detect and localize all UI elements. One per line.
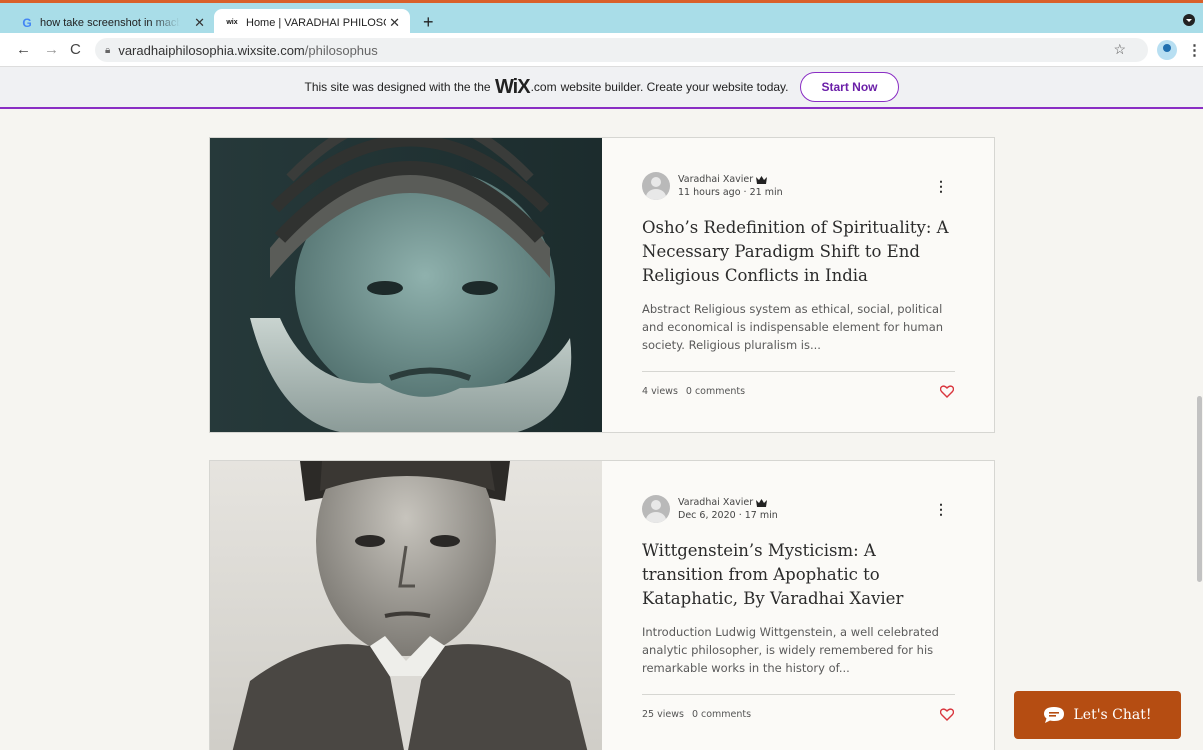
chat-label: Let's Chat! — [1073, 707, 1152, 723]
views-count: 25 views — [642, 709, 684, 720]
reload-icon[interactable]: C — [70, 41, 81, 58]
tab-close-icon[interactable]: ✕ — [194, 15, 205, 31]
lock-icon: 🔒︎ — [105, 44, 111, 56]
post-divider — [642, 371, 955, 372]
browser-toolbar: ← → C 🔒︎ varadhaiphilosophia.wixsite.com… — [0, 33, 1203, 67]
address-bar[interactable]: 🔒︎ varadhaiphilosophia.wixsite.com/philo… — [95, 38, 1148, 62]
tab-google-search[interactable]: G how take screenshot in macbook ✕ — [10, 9, 215, 36]
post-date: 11 hours ago — [678, 187, 741, 198]
post-content: Varadhai Xavier 11 hours ago · 21 min ⋮ … — [642, 172, 955, 354]
crown-icon — [756, 498, 768, 507]
tab-search-icon[interactable] — [1183, 14, 1195, 26]
lets-chat-button[interactable]: Let's Chat! — [1014, 691, 1181, 739]
post-excerpt[interactable]: Abstract Religious system as ethical, so… — [642, 300, 955, 354]
forward-arrow-icon[interactable]: → — [44, 41, 59, 58]
post-more-options-icon[interactable]: ⋮ — [934, 501, 948, 518]
post-author-row: Varadhai Xavier 11 hours ago · 21 min — [642, 172, 955, 200]
heart-icon[interactable] — [940, 385, 954, 398]
star-icon[interactable]: ☆ — [1113, 41, 1126, 58]
author-name[interactable]: Varadhai Xavier — [678, 496, 753, 509]
meta-separator: · — [743, 187, 747, 198]
url-path: /philosophus — [304, 42, 378, 58]
post-stats: 4 views 0 comments — [642, 386, 753, 397]
avatar[interactable] — [642, 495, 670, 523]
post-cover-image[interactable] — [210, 138, 602, 432]
new-tab-button[interactable]: + — [423, 12, 434, 33]
post-author-row: Varadhai Xavier Dec 6, 2020 · 17 min — [642, 495, 955, 523]
url-domain: varadhaiphilosophia.wixsite.com — [118, 42, 305, 58]
banner-text-after: website builder. Create your website tod… — [560, 80, 789, 94]
post-title[interactable]: Osho’s Redefinition of Spirituality: A N… — [642, 216, 955, 288]
wix-logo: WiX — [494, 75, 531, 98]
author-name[interactable]: Varadhai Xavier — [678, 173, 753, 186]
kebab-menu-icon[interactable]: ⋮ — [1187, 41, 1202, 59]
blog-post-card[interactable]: Varadhai Xavier 11 hours ago · 21 min ⋮ … — [209, 137, 995, 433]
post-stats: 25 views 0 comments — [642, 709, 759, 720]
wix-promo-banner: This site was designed with the the WiX.… — [0, 67, 1203, 109]
post-cover-image[interactable] — [210, 461, 602, 750]
chat-bubble-icon — [1044, 707, 1065, 723]
post-divider — [642, 694, 955, 695]
post-title[interactable]: Wittgenstein’s Mysticism: A transition f… — [642, 539, 955, 611]
post-more-options-icon[interactable]: ⋮ — [934, 178, 948, 195]
banner-text-before: This site was designed with the — [304, 80, 471, 94]
tab-varadhai-home[interactable]: wix Home | VARADHAI PHILOSOPHY ✕ — [214, 9, 410, 36]
comments-count[interactable]: 0 comments — [692, 709, 751, 720]
blog-post-card[interactable]: Varadhai Xavier Dec 6, 2020 · 17 min ⋮ W… — [209, 460, 995, 750]
views-count: 4 views — [642, 386, 678, 397]
tab-title: Home | VARADHAI PHILOSOPHY — [246, 16, 386, 29]
crown-icon — [756, 175, 768, 184]
avatar[interactable] — [642, 172, 670, 200]
wix-favicon-icon: wix — [226, 19, 238, 26]
start-now-button[interactable]: Start Now — [800, 72, 899, 102]
browser-tab-strip: G how take screenshot in macbook ✕ wix H… — [0, 0, 1203, 36]
page-scrollbar-thumb[interactable] — [1197, 396, 1202, 582]
meta-separator: · — [738, 510, 742, 521]
wix-logo-suffix: .com — [530, 80, 557, 94]
comments-count[interactable]: 0 comments — [686, 386, 745, 397]
post-content: Varadhai Xavier Dec 6, 2020 · 17 min ⋮ W… — [642, 495, 955, 677]
tab-close-icon[interactable]: ✕ — [389, 15, 400, 31]
back-arrow-icon[interactable]: ← — [16, 41, 31, 58]
post-date: Dec 6, 2020 — [678, 510, 736, 521]
tab-title: how take screenshot in macbook — [40, 16, 180, 29]
post-excerpt[interactable]: Introduction Ludwig Wittgenstein, a well… — [642, 623, 955, 677]
profile-icon[interactable] — [1157, 40, 1177, 60]
read-time: 21 min — [749, 187, 783, 198]
read-time: 17 min — [744, 510, 778, 521]
google-favicon-icon: G — [22, 15, 32, 30]
heart-icon[interactable] — [940, 708, 954, 721]
